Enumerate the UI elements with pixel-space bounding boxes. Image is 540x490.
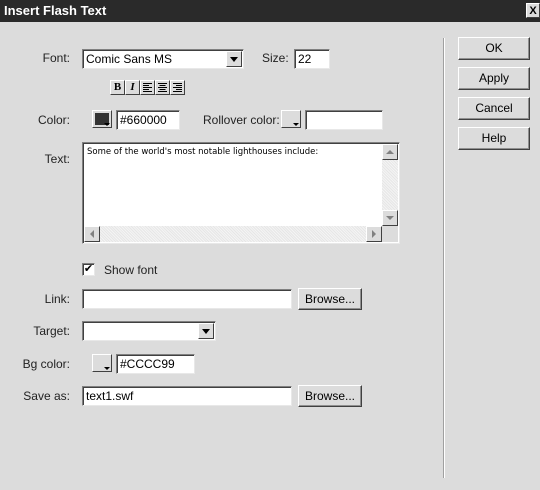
save-as-label: Save as: — [23, 389, 70, 403]
align-right-icon — [173, 83, 182, 92]
font-label: Font: — [42, 51, 70, 65]
help-button[interactable]: Help — [458, 127, 530, 150]
size-label: Size: — [262, 51, 289, 65]
rollover-picker-arrow-icon — [293, 123, 299, 126]
scroll-down-icon[interactable] — [382, 210, 398, 226]
cancel-button[interactable]: Cancel — [458, 97, 530, 120]
align-left-button[interactable] — [140, 80, 155, 95]
align-left-icon — [143, 83, 152, 92]
font-select[interactable]: Comic Sans MS — [82, 49, 244, 69]
rollover-color-label: Rollover color: — [203, 113, 280, 127]
size-input[interactable]: 22 — [294, 49, 330, 69]
scroll-up-icon[interactable] — [382, 144, 398, 160]
show-font-label: Show font — [104, 263, 158, 277]
chevron-down-icon[interactable] — [226, 51, 242, 67]
bg-color-label: Bg color: — [22, 357, 70, 371]
color-label: Color: — [37, 113, 70, 127]
target-select[interactable] — [82, 321, 216, 341]
window-title: Insert Flash Text — [4, 3, 107, 18]
align-center-icon — [158, 83, 167, 92]
italic-button[interactable]: I — [125, 80, 140, 95]
title-bar: Insert Flash Text X — [0, 0, 540, 22]
link-label: Link: — [44, 292, 70, 306]
text-area-content: Some of the world's most notable lightho… — [87, 147, 319, 157]
rollover-color-picker-button[interactable] — [281, 110, 301, 128]
scroll-right-icon[interactable] — [366, 226, 382, 242]
bg-color-input[interactable]: #CCCC99 — [116, 354, 195, 374]
bg-color-picker-button[interactable] — [92, 354, 112, 372]
horizontal-scrollbar[interactable] — [84, 226, 382, 242]
text-label: Text: — [44, 152, 70, 166]
scroll-left-icon[interactable] — [84, 226, 100, 242]
scrollbar-corner — [382, 226, 398, 242]
vertical-scrollbar[interactable] — [382, 144, 398, 226]
bold-button[interactable]: B — [110, 80, 125, 95]
color-picker-arrow-icon — [104, 123, 110, 126]
save-as-input[interactable]: text1.swf — [82, 386, 292, 406]
insert-flash-text-dialog: Insert Flash Text X Font: Comic Sans MS … — [0, 0, 540, 490]
font-select-value: Comic Sans MS — [86, 52, 173, 66]
align-center-button[interactable] — [155, 80, 170, 95]
target-chevron-down-icon[interactable] — [198, 323, 214, 339]
ok-button[interactable]: OK — [458, 37, 530, 60]
link-browse-button[interactable]: Browse... — [298, 288, 362, 310]
rollover-color-input[interactable] — [305, 110, 383, 130]
show-font-checkbox[interactable]: ✔ — [82, 263, 95, 276]
vertical-divider — [443, 38, 445, 478]
text-area[interactable]: Some of the world's most notable lightho… — [82, 142, 400, 244]
close-icon[interactable]: X — [526, 3, 540, 18]
bg-picker-arrow-icon — [104, 367, 110, 370]
apply-button[interactable]: Apply — [458, 67, 530, 90]
color-picker-button[interactable] — [92, 110, 112, 128]
target-label: Target: — [33, 324, 70, 338]
save-as-browse-button[interactable]: Browse... — [298, 385, 362, 407]
link-input[interactable] — [82, 289, 292, 309]
align-right-button[interactable] — [170, 80, 185, 95]
color-input[interactable]: #660000 — [116, 110, 180, 130]
